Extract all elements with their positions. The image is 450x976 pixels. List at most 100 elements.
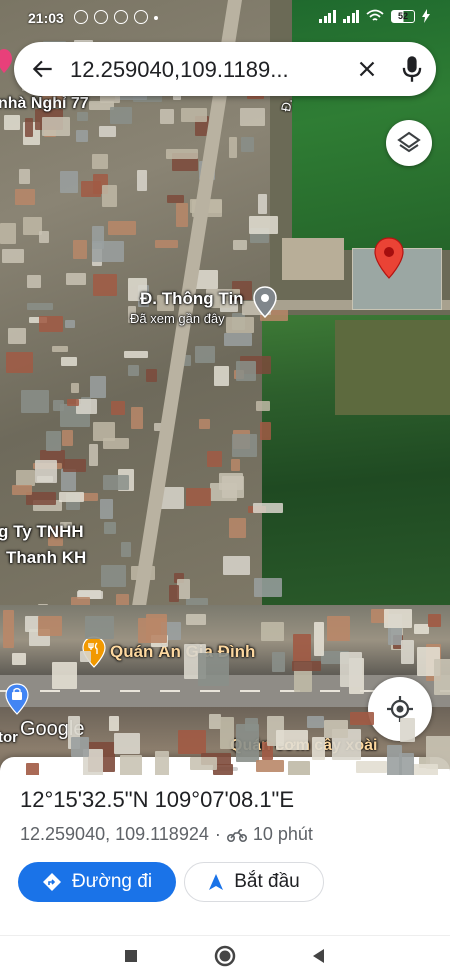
poi-label-company[interactable]: g Ty TNHH (0, 522, 84, 542)
rooftop (38, 316, 63, 332)
rooftop (248, 216, 278, 235)
rooftop (256, 401, 271, 412)
rooftop (70, 736, 90, 758)
rooftop (350, 711, 375, 726)
rooftop (229, 136, 238, 159)
travel-time: 10 phút (252, 824, 313, 844)
rooftop (355, 760, 388, 774)
rooftop (166, 149, 198, 160)
rooftop (197, 653, 230, 686)
rooftop (93, 274, 118, 296)
back-arrow-icon[interactable] (30, 56, 56, 82)
rooftop (11, 652, 27, 665)
rooftop (160, 109, 175, 124)
home-circle-icon[interactable] (211, 942, 239, 970)
poi-label-company-line2: Thanh KH (6, 548, 87, 567)
rooftop (213, 365, 229, 387)
poi-label-store[interactable]: tor (0, 729, 18, 746)
search-bar[interactable]: 12.259040,109.1189... (14, 42, 436, 96)
recents-square-icon[interactable] (117, 942, 145, 970)
rooftop (194, 345, 216, 363)
hotel-pin-icon[interactable] (0, 48, 14, 74)
rooftop (75, 399, 97, 415)
rooftop (62, 459, 87, 473)
rooftop (38, 230, 50, 243)
rooftop (100, 498, 113, 519)
rooftop (256, 759, 284, 772)
rooftop (276, 729, 308, 751)
rooftop (145, 614, 167, 643)
wifi-icon (366, 9, 384, 21)
rooftop (433, 659, 450, 696)
rooftop (60, 357, 77, 367)
coordinates-decimal: 12.259040, 109.118924 (20, 824, 209, 844)
place-bottom-sheet[interactable]: 12°15'32.5"N 109°07'08.1"E 12.259040, 10… (0, 757, 450, 935)
rooftop (287, 760, 310, 775)
rooftop (64, 320, 75, 329)
rooftop (27, 274, 41, 288)
rooftop (36, 476, 53, 483)
rooftop (113, 732, 140, 755)
dropped-location-pin-icon[interactable] (373, 236, 405, 280)
rooftop (177, 579, 190, 599)
rooftop (52, 662, 77, 690)
coordinates-subline: 12.259040, 109.118924 · 10 phút (20, 824, 313, 845)
poi-label-restaurant-gia-dinh[interactable]: Quán Ăn Gia Đình (110, 642, 255, 662)
rooftop (92, 421, 115, 442)
rooftop (231, 434, 257, 457)
rooftop (185, 487, 212, 507)
rooftop (292, 661, 322, 672)
rooftop (101, 184, 118, 208)
rooftop (261, 622, 284, 642)
rooftop (399, 753, 414, 775)
shopping-pin-icon[interactable] (5, 683, 29, 715)
rooftop (207, 450, 222, 468)
rooftop (3, 610, 14, 648)
rooftop (232, 239, 247, 251)
rooftop (5, 351, 34, 373)
close-icon[interactable] (354, 56, 380, 82)
rooftop (253, 503, 284, 514)
rooftop (189, 757, 218, 770)
back-triangle-icon[interactable] (305, 942, 333, 970)
directions-diamond-icon (42, 873, 61, 891)
rooftop (219, 717, 234, 750)
rooftop (128, 365, 140, 376)
rooftop (53, 399, 65, 412)
rooftop (99, 126, 116, 137)
rooftop (12, 484, 32, 496)
rooftop (186, 614, 206, 625)
rooftop (58, 492, 84, 503)
rooftop (15, 470, 35, 487)
rooftop (3, 115, 20, 131)
directions-button[interactable]: Đường đi (18, 862, 176, 902)
rooftop (307, 716, 324, 728)
rooftop (110, 400, 125, 415)
rooftop (109, 106, 132, 125)
start-navigation-button[interactable]: Bắt đầu (184, 862, 324, 902)
rooftop (414, 624, 429, 635)
search-query[interactable]: 12.259040,109.1189... (70, 57, 338, 83)
rooftop (20, 389, 49, 413)
layers-icon (397, 131, 421, 153)
rooftop (67, 399, 79, 406)
rooftop (224, 332, 252, 347)
rooftop (80, 180, 102, 197)
rooftop (102, 475, 130, 491)
place-label-thong-tin[interactable]: Đ. Thông Tin (140, 289, 244, 309)
rooftop (1, 248, 24, 263)
poi-label-nha-nghi[interactable]: nhà Nghỉ 77 (0, 95, 89, 113)
status-bar: 21:03 52 (0, 0, 450, 36)
rooftop (18, 168, 31, 184)
charging-bolt-icon (422, 9, 430, 23)
layers-button[interactable] (386, 120, 432, 166)
visited-place-pin-icon[interactable] (253, 286, 277, 318)
rooftop (400, 717, 416, 743)
dry-field (335, 320, 450, 415)
satellite-map[interactable]: nhà Nghỉ 77 Đ. Thông Ti Đ. Thông Tin Đã … (0, 0, 450, 775)
microphone-icon[interactable] (398, 54, 426, 84)
separator-dot: · (214, 824, 221, 844)
rooftop (91, 153, 108, 169)
rooftop (244, 717, 259, 731)
rooftop (27, 303, 54, 311)
